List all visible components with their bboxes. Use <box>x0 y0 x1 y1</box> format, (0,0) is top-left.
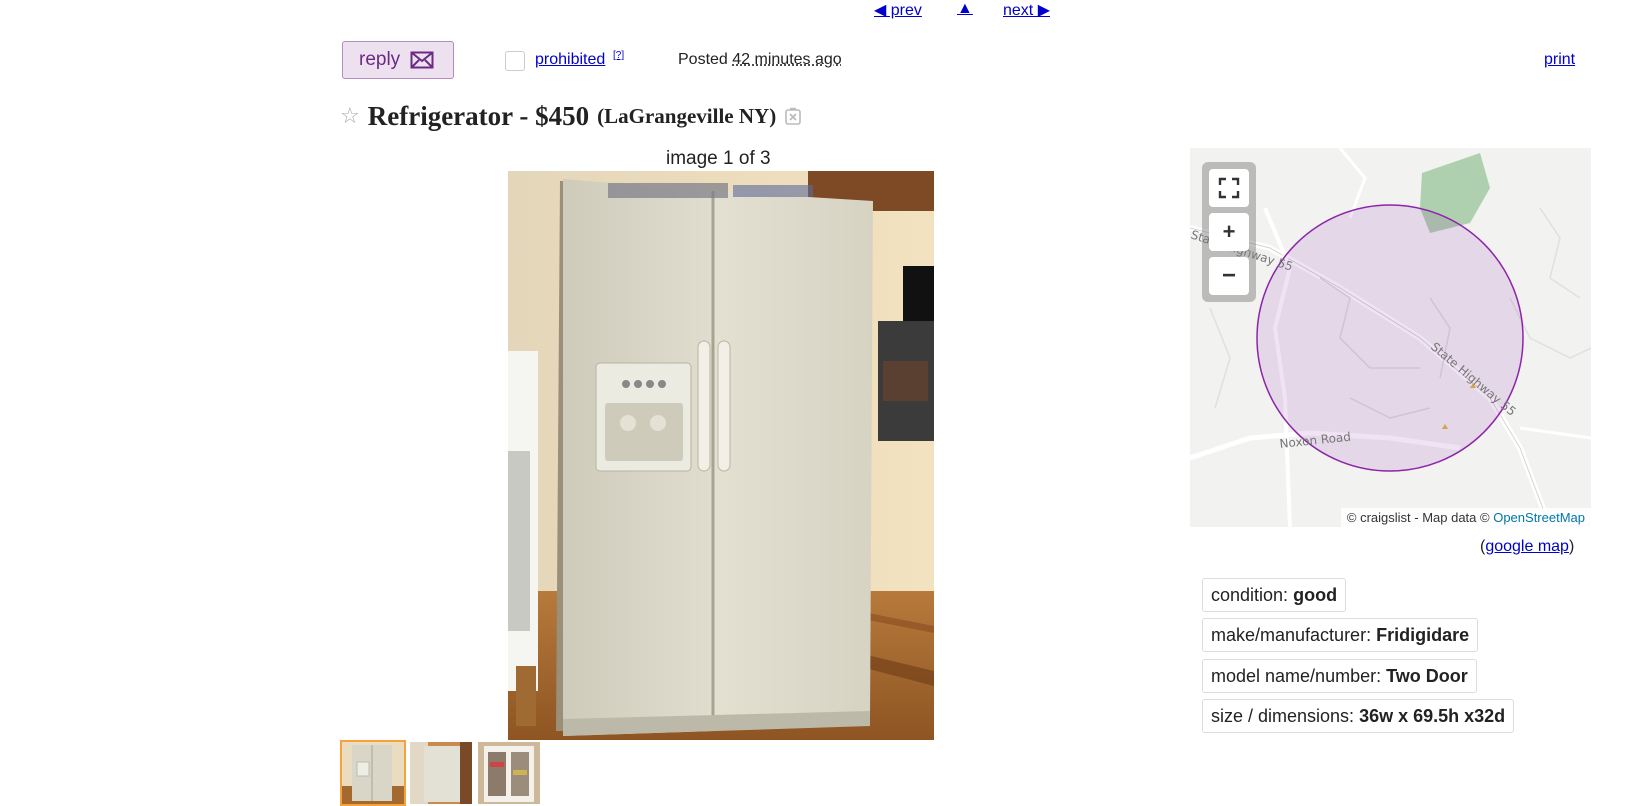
map-attribution-text: © craigslist - Map data © <box>1346 510 1490 525</box>
reply-button[interactable]: reply <box>342 41 454 79</box>
location-radius-circle <box>1256 204 1524 472</box>
zoom-out-button[interactable]: − <box>1209 257 1249 295</box>
attr-key: make/manufacturer: <box>1211 625 1372 645</box>
plus-icon: + <box>1222 219 1236 244</box>
title-text: Refrigerator - $450 <box>367 100 590 131</box>
attr-model: model name/number: Two Door <box>1202 659 1477 693</box>
fullscreen-icon <box>1218 177 1240 199</box>
map-attribution: © craigslist - Map data © OpenStreetMap <box>1340 508 1591 527</box>
reply-label: reply <box>359 49 401 70</box>
openstreetmap-link[interactable]: OpenStreetMap <box>1493 510 1585 525</box>
minus-icon: − <box>1221 262 1236 289</box>
refrigerator-photo <box>508 171 934 740</box>
prohibited-help-link[interactable]: [?] <box>613 50 624 61</box>
hide-posting-icon[interactable] <box>784 107 802 125</box>
fullscreen-button[interactable] <box>1209 169 1249 207</box>
google-map-link-wrapper: (google map) <box>1480 538 1574 556</box>
posted-time: 42 minutes ago <box>732 51 842 68</box>
attr-key: model name/number: <box>1211 666 1382 686</box>
prev-link[interactable]: ◀ prev <box>874 0 922 20</box>
location-map[interactable]: State Highway 55 State Highway 55 Noxon … <box>1190 148 1591 527</box>
next-link[interactable]: next ▶ <box>1003 0 1050 20</box>
gmap-close-paren: ) <box>1568 538 1575 555</box>
thumbnail-3[interactable] <box>476 740 542 806</box>
thumbnail-1[interactable] <box>340 740 406 806</box>
attr-value: good <box>1293 585 1338 605</box>
top-nav: ◀ prev ▲ next ▶ <box>0 0 1634 24</box>
flag-checkbox[interactable] <box>505 51 525 71</box>
up-link[interactable]: ▲ <box>957 0 973 18</box>
thumbnail-2[interactable] <box>408 740 474 806</box>
envelope-icon <box>410 51 434 69</box>
attr-value: Two Door <box>1386 666 1468 686</box>
attr-value: 36w x 69.5h x32d <box>1359 706 1506 726</box>
thumbnail-strip <box>340 740 542 806</box>
attr-size: size / dimensions: 36w x 69.5h x32d <box>1202 699 1515 733</box>
google-map-link[interactable]: google map <box>1485 538 1569 555</box>
attr-condition: condition: good <box>1202 578 1347 612</box>
attr-key: condition: <box>1211 585 1289 605</box>
favorite-star-icon[interactable]: ☆ <box>340 104 360 129</box>
main-listing-image[interactable] <box>508 171 934 740</box>
attr-make: make/manufacturer: Fridigidare <box>1202 618 1479 652</box>
print-link[interactable]: print <box>1544 51 1575 69</box>
map-controls: + − <box>1202 162 1256 302</box>
attr-value: Fridigidare <box>1376 625 1470 645</box>
prohibited-link[interactable]: prohibited <box>535 51 605 69</box>
posting-title: ☆ Refrigerator - $450 (LaGrangeville NY) <box>340 98 802 134</box>
zoom-in-button[interactable]: + <box>1209 213 1249 251</box>
title-location: (LaGrangeville NY) <box>597 103 777 128</box>
posted-info: Posted 42 minutes ago <box>678 51 842 69</box>
posted-label: Posted <box>678 51 728 68</box>
attr-key: size / dimensions: <box>1211 706 1355 726</box>
image-counter: image 1 of 3 <box>666 148 771 169</box>
